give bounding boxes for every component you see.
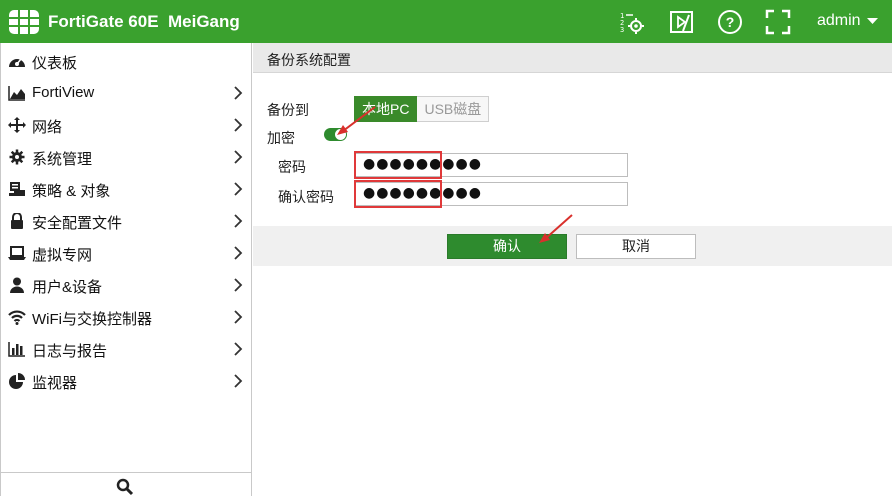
sidebar-search-bar [1, 472, 252, 496]
network-arrows-icon [8, 117, 26, 133]
sidebar-item-label: 监视器 [32, 375, 78, 392]
sidebar-item-label: 用户&设备 [32, 279, 103, 296]
svg-text:?: ? [726, 14, 735, 30]
caret-down-icon [867, 17, 879, 24]
product-name: FortiGate 60E [48, 12, 159, 31]
confirm-password-label: 确认密码 [278, 189, 334, 205]
lock-icon [11, 213, 23, 229]
chevron-right-icon [234, 86, 243, 100]
sidebar: 仪表板 FortiView 网络 系统管理 策略 & 对象 安全配置文件 虚拟专… [0, 43, 252, 496]
cancel-button[interactable]: 取消 [576, 234, 696, 259]
sidebar-item-label: 安全配置文件 [32, 215, 123, 232]
sidebar-item-security-profiles[interactable]: 安全配置文件 [1, 205, 252, 237]
backup-usb-disk-option[interactable]: USB磁盘 [417, 96, 490, 122]
sidebar-item-label: 日志与报告 [32, 343, 108, 360]
chevron-right-icon [234, 310, 243, 324]
top-bar: FortiGate 60E MeiGang 1 2 3 ? admin [0, 0, 892, 43]
expand-icon[interactable] [765, 9, 791, 35]
sidebar-item-label: 仪表板 [32, 55, 78, 72]
section-header: 备份系统配置 [253, 43, 892, 73]
fortinet-logo-icon[interactable] [8, 9, 40, 35]
user-icon [10, 277, 24, 293]
sidebar-item-label: 网络 [32, 119, 63, 136]
policy-icon [9, 182, 25, 196]
cli-console-icon[interactable]: 1 2 3 [619, 9, 645, 35]
chevron-right-icon [234, 182, 243, 196]
sidebar-item-label: FortiView [32, 84, 95, 101]
admin-username: admin [817, 12, 861, 29]
sidebar-item-vpn[interactable]: 虚拟专网 [1, 237, 252, 269]
password-label: 密码 [278, 159, 306, 175]
main-content: 备份系统配置 备份到 本地PC USB磁盘 加密 密码 ●●●●●●●●● 确认… [253, 43, 892, 496]
backup-to-label: 备份到 [267, 102, 309, 118]
highlight-box [354, 180, 442, 208]
chevron-right-icon [234, 374, 243, 388]
sidebar-item-label: 虚拟专网 [32, 247, 93, 264]
pie-chart-icon [9, 373, 25, 389]
sidebar-item-network[interactable]: 网络 [1, 109, 252, 141]
sidebar-item-system[interactable]: 系统管理 [1, 141, 252, 173]
help-icon[interactable]: ? [717, 9, 743, 35]
laptop-icon [8, 246, 26, 260]
highlight-box [354, 151, 442, 179]
page-title: 备份系统配置 [267, 52, 351, 68]
hostname: MeiGang [168, 12, 240, 31]
annotation-arrow [337, 106, 376, 135]
area-chart-icon [8, 86, 25, 101]
sidebar-item-user-device[interactable]: 用户&设备 [1, 269, 252, 301]
sidebar-item-dashboard[interactable]: 仪表板 [1, 45, 252, 77]
svg-text:3: 3 [620, 26, 624, 34]
chevron-right-icon [234, 342, 243, 356]
chevron-right-icon [234, 278, 243, 292]
gear-icon [9, 149, 25, 165]
annotation-arrow [539, 214, 573, 243]
sidebar-item-label: WiFi与交换控制器 [32, 311, 152, 328]
chevron-right-icon [234, 150, 243, 164]
chevron-right-icon [234, 118, 243, 132]
admin-user-menu[interactable]: admin [817, 12, 879, 30]
dashboard-icon [9, 58, 25, 67]
video-frame-icon[interactable] [669, 9, 695, 35]
chevron-right-icon [234, 246, 243, 260]
sidebar-item-label: 系统管理 [32, 151, 93, 168]
wifi-icon [8, 310, 26, 325]
search-icon[interactable] [116, 478, 134, 496]
chevron-right-icon [234, 214, 243, 228]
sidebar-item-label: 策略 & 对象 [32, 183, 111, 200]
sidebar-item-monitor[interactable]: 监视器 [1, 365, 252, 397]
sidebar-item-wifi-switch[interactable]: WiFi与交换控制器 [1, 301, 252, 333]
bar-chart-icon [8, 342, 25, 357]
sidebar-item-policy[interactable]: 策略 & 对象 [1, 173, 252, 205]
sidebar-item-fortiview[interactable]: FortiView [1, 77, 252, 109]
encrypt-label: 加密 [267, 130, 295, 146]
sidebar-item-log-report[interactable]: 日志与报告 [1, 333, 252, 365]
